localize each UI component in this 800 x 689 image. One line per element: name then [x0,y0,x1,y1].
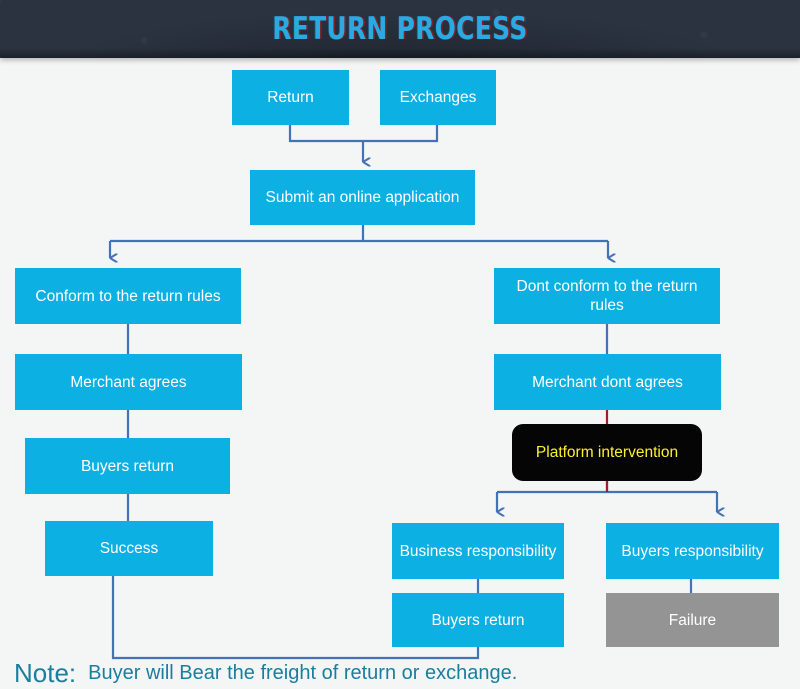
node-submit-application-label: Submit an online application [265,189,460,206]
node-buyers-return-right[interactable]: Buyers return [392,593,564,647]
node-failure[interactable]: Failure [606,593,779,647]
node-platform-intervention[interactable]: Platform intervention [512,424,702,481]
node-failure-label: Failure [668,611,717,629]
node-merchant-dont-agrees[interactable]: Merchant dont agrees [494,354,721,410]
node-merchant-agrees[interactable]: Merchant agrees [15,354,242,410]
header-banner: RETURN PROCESS [0,0,800,58]
node-merchant-agrees-label: Merchant agrees [70,373,187,391]
node-submit-application[interactable]: Submit an online application [250,170,475,225]
node-return[interactable]: Return [232,70,349,125]
node-buyers-return-left[interactable]: Buyers return [25,438,230,494]
node-conform-rules-label: Conform to the return rules [35,287,221,305]
node-dont-conform-rules[interactable]: Dont conform to the return rules [494,268,720,324]
node-buyers-return-left-label: Buyers return [80,457,175,475]
node-buyers-return-right-label: Buyers return [431,611,525,629]
node-buyers-responsibility-label: Buyers responsibility [621,542,764,560]
node-exchanges-label: Exchanges [399,89,477,106]
node-return-label: Return [267,89,314,106]
note-text: Buyer will Bear the freight of return or… [88,661,518,684]
node-success[interactable]: Success [45,521,213,576]
node-merchant-dont-agrees-label: Merchant dont agrees [532,373,683,391]
node-business-responsibility-label: Business responsibility [399,542,557,560]
node-business-responsibility[interactable]: Business responsibility [392,523,564,579]
flowchart-canvas: Return Exchanges Submit an online applic… [0,58,800,689]
page-title: RETURN PROCESS [272,11,528,47]
node-platform-intervention-label: Platform intervention [535,444,679,461]
note-row: Note: Buyer will Bear the freight of ret… [14,656,714,689]
node-success-label: Success [99,540,159,557]
node-conform-rules[interactable]: Conform to the return rules [15,268,241,324]
node-dont-conform-rules-label: Dont conform to the return rules [516,278,698,314]
node-buyers-responsibility[interactable]: Buyers responsibility [606,523,779,579]
return-process-flowchart-page: RETURN PROCESS Return Exchanges Submit a… [0,0,800,689]
node-exchanges[interactable]: Exchanges [380,70,496,125]
note-label: Note: [14,657,77,688]
